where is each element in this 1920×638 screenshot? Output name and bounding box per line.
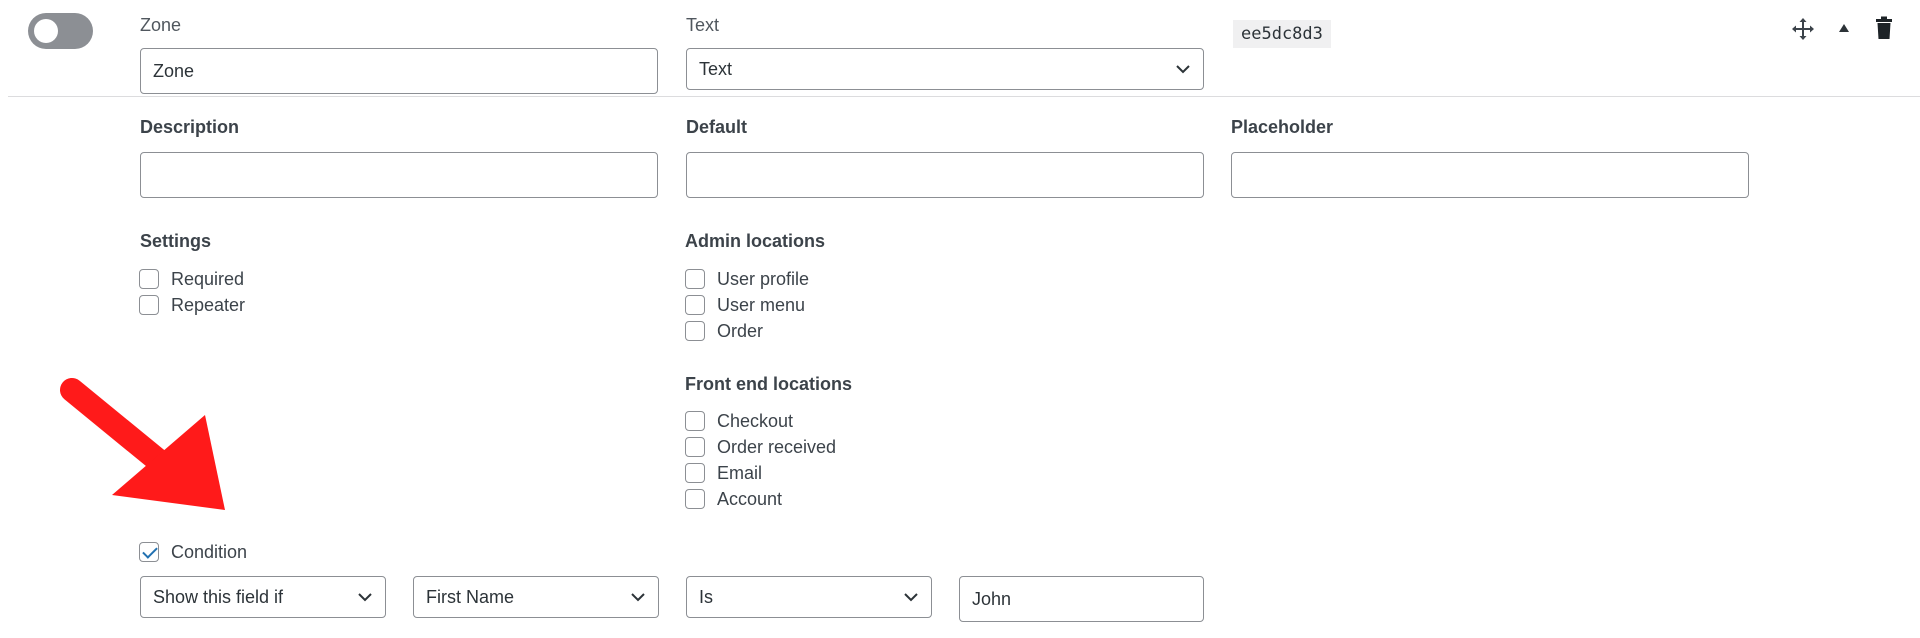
- admin-location-label: Order: [717, 320, 764, 341]
- condition-checkbox-row[interactable]: Condition: [139, 539, 247, 565]
- checkbox[interactable]: [685, 437, 705, 457]
- condition-field-value: First Name: [426, 586, 515, 607]
- chevron-down-icon: [1175, 64, 1191, 74]
- type-select[interactable]: Text: [686, 48, 1204, 90]
- checkbox[interactable]: [685, 269, 705, 289]
- setting-required[interactable]: Required: [139, 266, 245, 292]
- checkbox[interactable]: [685, 321, 705, 341]
- checkbox[interactable]: [139, 295, 159, 315]
- condition-value-input[interactable]: John: [959, 576, 1204, 622]
- type-label: Text: [686, 15, 720, 35]
- chevron-down-icon: [903, 592, 919, 602]
- enable-toggle[interactable]: [28, 13, 93, 49]
- settings-title: Settings: [140, 231, 212, 251]
- admin-locations-title: Admin locations: [685, 231, 826, 251]
- default-label: Default: [686, 117, 748, 137]
- front-location-label: Email: [717, 462, 763, 483]
- chevron-down-icon: [630, 592, 646, 602]
- admin-location-label: User profile: [717, 268, 810, 289]
- red-arrow-annotation: [60, 378, 225, 510]
- move-arrows-icon[interactable]: [1790, 16, 1816, 42]
- setting-repeater[interactable]: Repeater: [139, 292, 245, 318]
- setting-required-label: Required: [171, 268, 245, 289]
- admin-location-user-menu[interactable]: User menu: [685, 292, 809, 318]
- front-end-locations-title: Front end locations: [685, 374, 853, 394]
- header-divider: [8, 96, 1920, 97]
- field-editor-panel: Zone Zone Text Text ee5dc8d3 Description…: [0, 0, 1920, 638]
- placeholder-label: Placeholder: [1231, 117, 1334, 137]
- setting-repeater-label: Repeater: [171, 294, 246, 315]
- toggle-knob: [34, 19, 58, 43]
- front-location-label: Account: [717, 488, 783, 509]
- field-id-badge: ee5dc8d3: [1233, 20, 1331, 48]
- triangle-up-icon[interactable]: [1836, 20, 1852, 36]
- front-location-checkout[interactable]: Checkout: [685, 408, 836, 434]
- checkbox[interactable]: [685, 463, 705, 483]
- name-input-value: Zone: [153, 60, 195, 81]
- admin-location-user-profile[interactable]: User profile: [685, 266, 809, 292]
- checkbox[interactable]: [139, 269, 159, 289]
- condition-checkbox[interactable]: [139, 542, 159, 562]
- default-input[interactable]: [686, 152, 1204, 198]
- admin-location-order[interactable]: Order: [685, 318, 809, 344]
- admin-location-label: User menu: [717, 294, 806, 315]
- type-select-value: Text: [699, 58, 733, 79]
- settings-checkbox-list: Required Repeater: [139, 266, 245, 318]
- chevron-down-icon: [357, 592, 373, 602]
- admin-locations-list: User profile User menu Order: [685, 266, 809, 344]
- name-label: Zone: [140, 15, 182, 35]
- checkbox[interactable]: [685, 411, 705, 431]
- name-input[interactable]: Zone: [140, 48, 658, 94]
- front-location-label: Order received: [717, 436, 837, 457]
- condition-label: Condition: [171, 541, 248, 562]
- front-location-label: Checkout: [717, 410, 794, 431]
- condition-value-text: John: [972, 588, 1012, 609]
- front-location-email[interactable]: Email: [685, 460, 836, 486]
- condition-field-select[interactable]: First Name: [413, 576, 659, 618]
- trash-icon[interactable]: [1873, 14, 1895, 42]
- front-location-order-received[interactable]: Order received: [685, 434, 836, 460]
- placeholder-input[interactable]: [1231, 152, 1749, 198]
- description-input[interactable]: [140, 152, 658, 198]
- front-location-account[interactable]: Account: [685, 486, 836, 512]
- front-end-locations-list: Checkout Order received Email Account: [685, 408, 836, 512]
- condition-operator-value: Is: [699, 586, 714, 607]
- checkbox[interactable]: [685, 489, 705, 509]
- condition-operator-select[interactable]: Is: [686, 576, 932, 618]
- condition-action-value: Show this field if: [153, 586, 284, 607]
- condition-action-select[interactable]: Show this field if: [140, 576, 386, 618]
- checkbox[interactable]: [685, 295, 705, 315]
- description-label: Description: [140, 117, 240, 137]
